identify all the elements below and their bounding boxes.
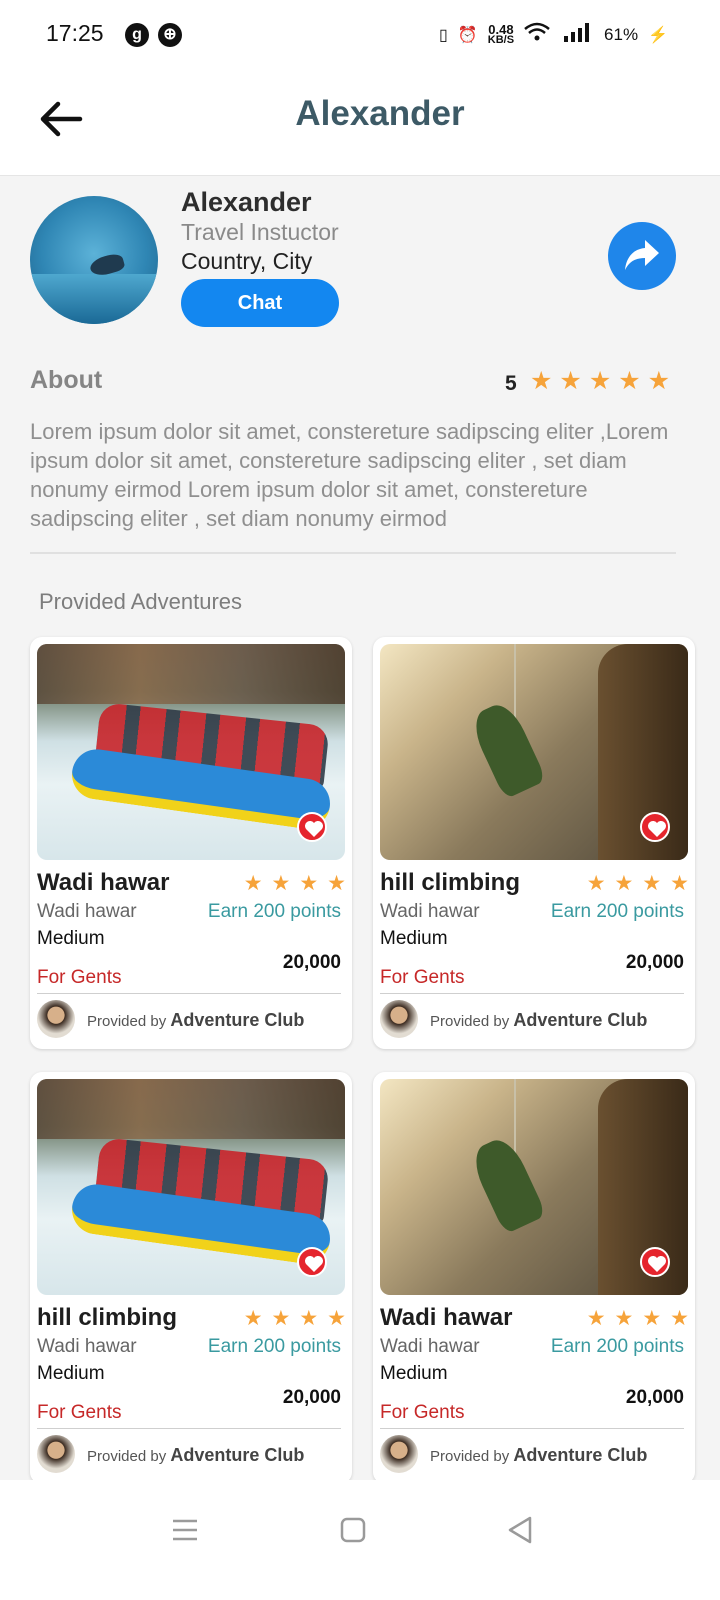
page-title: Alexander	[295, 94, 465, 133]
charging-icon: ⚡	[648, 26, 668, 44]
status-bar: 17:25 g ⊕ ▯ ⏰ 0.48 KB/S 61% ⚡	[0, 0, 720, 70]
status-time: 17:25	[46, 20, 104, 46]
provider-avatar	[380, 1000, 418, 1038]
about-heading: About	[30, 366, 103, 394]
share-button[interactable]	[608, 222, 676, 290]
adventure-stars: ★★★★	[586, 872, 695, 895]
favorite-button[interactable]	[640, 1247, 670, 1277]
rating-value: 5	[505, 372, 517, 395]
home-square-icon	[340, 1517, 366, 1543]
adventure-location: Wadi hawar	[37, 901, 137, 922]
provider-avatar	[37, 1000, 75, 1038]
provider-line: Provided by Adventure Club	[430, 1445, 647, 1466]
adventure-points: Earn 200 points	[550, 901, 684, 922]
recents-button[interactable]	[165, 1510, 205, 1550]
net-speed-unit: KB/S	[487, 33, 515, 46]
status-icons: ▯ ⏰ 0.48 KB/S 61% ⚡	[439, 22, 668, 47]
adventure-gender: For Gents	[37, 967, 122, 988]
adventure-location: Wadi hawar	[380, 901, 480, 922]
adventure-level: Medium	[380, 928, 448, 949]
instructor-name: Alexander	[181, 187, 312, 217]
favorite-button[interactable]	[297, 812, 327, 842]
provided-by-label: Provided by	[87, 1013, 167, 1030]
adventure-level: Medium	[37, 928, 105, 949]
adventure-title: Wadi hawar	[380, 1304, 513, 1331]
adventure-location: Wadi hawar	[380, 1336, 480, 1357]
alarm-icon: ⏰	[457, 26, 478, 44]
instructor-location: Country, City	[181, 248, 313, 274]
app-header: Alexander	[0, 70, 720, 176]
divider	[30, 552, 676, 554]
provider-line: Provided by Adventure Club	[430, 1010, 647, 1031]
favorite-button[interactable]	[640, 812, 670, 842]
adventure-stars: ★★★★	[586, 1307, 695, 1330]
adventure-card[interactable]: hill climbing ★★★★ Wadi hawar Earn 200 p…	[373, 637, 695, 1049]
back-triangle-icon	[508, 1516, 532, 1544]
provider-name: Adventure Club	[170, 1445, 305, 1465]
adventure-image	[380, 644, 688, 860]
home-button[interactable]	[333, 1510, 373, 1550]
provider-avatar	[37, 1435, 75, 1473]
back-nav-button[interactable]	[500, 1510, 540, 1550]
adventure-image	[380, 1079, 688, 1295]
provider-avatar	[380, 1435, 418, 1473]
card-divider	[380, 1428, 684, 1429]
adventure-title: hill climbing	[37, 1304, 178, 1331]
adventure-points: Earn 200 points	[550, 1336, 684, 1357]
adventure-gender: For Gents	[380, 967, 465, 988]
g-app-icon: g	[125, 23, 149, 47]
adventure-image	[37, 1079, 345, 1295]
signal-icon	[560, 22, 594, 47]
system-nav-bar	[0, 1480, 720, 1600]
adventure-title: Wadi hawar	[37, 869, 170, 896]
heart-icon	[648, 1256, 666, 1272]
card-divider	[380, 993, 684, 994]
provided-by-label: Provided by	[430, 1013, 510, 1030]
favorite-button[interactable]	[297, 1247, 327, 1277]
battery-level: 61%	[604, 24, 639, 44]
menu-icon	[173, 1519, 197, 1541]
section-title: Provided Adventures	[39, 589, 243, 614]
adventure-stars: ★★★★	[243, 872, 352, 895]
adventure-title: hill climbing	[380, 869, 521, 896]
adventure-price: 20,000	[625, 1387, 684, 1408]
grid-app-icon: ⊕	[158, 23, 182, 47]
about-text: Lorem ipsum dolor sit amet, constereture…	[30, 419, 669, 531]
adventure-gender: For Gents	[37, 1402, 122, 1423]
adventure-level: Medium	[37, 1363, 105, 1384]
adventure-gender: For Gents	[380, 1402, 465, 1423]
adventure-card[interactable]: Wadi hawar ★★★★ Wadi hawar Earn 200 poin…	[373, 1072, 695, 1484]
provider-name: Adventure Club	[513, 1010, 648, 1030]
card-divider	[37, 993, 341, 994]
share-icon	[625, 240, 659, 270]
adventure-stars: ★★★★	[243, 1307, 352, 1330]
instructor-role: Travel Instuctor	[181, 219, 339, 245]
provider-line: Provided by Adventure Club	[87, 1445, 304, 1466]
vibrate-icon: ▯	[439, 26, 448, 44]
heart-icon	[305, 821, 323, 837]
provider-line: Provided by Adventure Club	[87, 1010, 304, 1031]
wifi-icon	[524, 22, 550, 47]
card-divider	[37, 1428, 341, 1429]
provided-by-label: Provided by	[87, 1448, 167, 1465]
adventure-card[interactable]: Wadi hawar ★★★★ Wadi hawar Earn 200 poin…	[30, 637, 352, 1049]
adventure-card[interactable]: hill climbing ★★★★ Wadi hawar Earn 200 p…	[30, 1072, 352, 1484]
adventure-price: 20,000	[625, 952, 684, 973]
heart-icon	[305, 1256, 323, 1272]
net-speed: 0.48 KB/S	[487, 23, 515, 46]
adventure-location: Wadi hawar	[37, 1336, 137, 1357]
adventure-points: Earn 200 points	[207, 901, 341, 922]
adventure-price: 20,000	[282, 1387, 341, 1408]
adventure-image	[37, 644, 345, 860]
chat-button[interactable]: Chat	[181, 279, 339, 327]
adventure-level: Medium	[380, 1363, 448, 1384]
rating-stars: ★★★★★	[530, 367, 678, 395]
provided-by-label: Provided by	[430, 1448, 510, 1465]
heart-icon	[648, 821, 666, 837]
provider-name: Adventure Club	[170, 1010, 305, 1030]
instructor-avatar	[30, 196, 158, 324]
adventure-points: Earn 200 points	[207, 1336, 341, 1357]
adventure-price: 20,000	[282, 952, 341, 973]
provider-name: Adventure Club	[513, 1445, 648, 1465]
